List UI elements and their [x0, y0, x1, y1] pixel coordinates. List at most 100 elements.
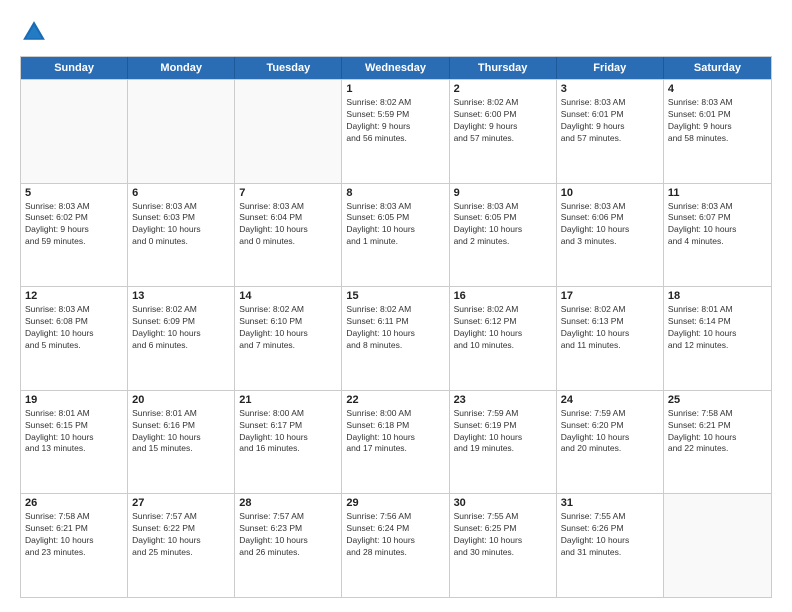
- day-number: 5: [25, 187, 123, 199]
- day-number: 11: [668, 187, 767, 199]
- day-info: Sunrise: 8:03 AMSunset: 6:06 PMDaylight:…: [561, 201, 659, 249]
- header-day-wednesday: Wednesday: [342, 57, 449, 79]
- calendar-cell: 21Sunrise: 8:00 AMSunset: 6:17 PMDayligh…: [235, 391, 342, 494]
- calendar-cell: 3 Sunrise: 8:03 AMSunset: 6:01 PMDaylight…: [557, 80, 664, 183]
- calendar-cell: 19 Sunrise: 8:01 AMSunset: 6:15 PMDayligh…: [21, 391, 128, 494]
- calendar-cell: 22Sunrise: 8:00 AMSunset: 6:18 PMDayligh…: [342, 391, 449, 494]
- day-info: Sunrise: 8:02 AMSunset: 6:11 PMDaylight:…: [346, 304, 444, 352]
- calendar-cell: 24 Sunrise: 7:59 AMSunset: 6:20 PMDayligh…: [557, 391, 664, 494]
- day-info: Sunrise: 8:03 AMSunset: 6:05 PMDaylight:…: [454, 201, 552, 249]
- day-number: 23: [454, 394, 552, 406]
- day-number: 7: [239, 187, 337, 199]
- day-number: 10: [561, 187, 659, 199]
- day-info: Sunrise: 8:03 AMSunset: 6:01 PMDaylight:…: [668, 97, 767, 145]
- day-info: Sunrise: 7:59 AMSunset: 6:19 PMDaylight:…: [454, 408, 552, 456]
- day-number: 17: [561, 290, 659, 302]
- day-number: 25: [668, 394, 767, 406]
- calendar-week-5: 26Sunrise: 7:58 AMSunset: 6:21 PMDayligh…: [21, 493, 771, 597]
- logo-icon: [20, 18, 48, 46]
- day-number: 21: [239, 394, 337, 406]
- day-number: 8: [346, 187, 444, 199]
- day-number: 6: [132, 187, 230, 199]
- calendar-cell: 15 Sunrise: 8:02 AMSunset: 6:11 PMDayligh…: [342, 287, 449, 390]
- day-number: 29: [346, 497, 444, 509]
- calendar-cell: 18 Sunrise: 8:01 AMSunset: 6:14 PMDayligh…: [664, 287, 771, 390]
- day-number: 31: [561, 497, 659, 509]
- day-info: Sunrise: 7:56 AMSunset: 6:24 PMDaylight:…: [346, 511, 444, 559]
- header-day-tuesday: Tuesday: [235, 57, 342, 79]
- day-number: 15: [346, 290, 444, 302]
- calendar-body: 1 Sunrise: 8:02 AMSunset: 5:59 PMDaylight…: [21, 79, 771, 597]
- calendar-cell: 7 Sunrise: 8:03 AMSunset: 6:04 PMDaylight…: [235, 184, 342, 287]
- day-number: 14: [239, 290, 337, 302]
- calendar-cell: 29 Sunrise: 7:56 AMSunset: 6:24 PMDayligh…: [342, 494, 449, 597]
- day-number: 9: [454, 187, 552, 199]
- day-info: Sunrise: 7:59 AMSunset: 6:20 PMDaylight:…: [561, 408, 659, 456]
- calendar-cell: 14 Sunrise: 8:02 AMSunset: 6:10 PMDayligh…: [235, 287, 342, 390]
- calendar-week-1: 1 Sunrise: 8:02 AMSunset: 5:59 PMDaylight…: [21, 79, 771, 183]
- day-number: 18: [668, 290, 767, 302]
- calendar-cell: 11Sunrise: 8:03 AMSunset: 6:07 PMDayligh…: [664, 184, 771, 287]
- calendar-cell: 31 Sunrise: 7:55 AMSunset: 6:26 PMDayligh…: [557, 494, 664, 597]
- day-info: Sunrise: 7:55 AMSunset: 6:26 PMDaylight:…: [561, 511, 659, 559]
- day-info: Sunrise: 7:55 AMSunset: 6:25 PMDaylight:…: [454, 511, 552, 559]
- day-number: 24: [561, 394, 659, 406]
- calendar-week-4: 19 Sunrise: 8:01 AMSunset: 6:15 PMDayligh…: [21, 390, 771, 494]
- day-number: 20: [132, 394, 230, 406]
- day-number: 19: [25, 394, 123, 406]
- day-number: 4: [668, 83, 767, 95]
- day-number: 13: [132, 290, 230, 302]
- day-info: Sunrise: 8:02 AMSunset: 5:59 PMDaylight:…: [346, 97, 444, 145]
- header-day-thursday: Thursday: [450, 57, 557, 79]
- calendar-cell: 5Sunrise: 8:03 AMSunset: 6:02 PMDaylight…: [21, 184, 128, 287]
- day-number: 3: [561, 83, 659, 95]
- day-number: 16: [454, 290, 552, 302]
- calendar-header-row: SundayMondayTuesdayWednesdayThursdayFrid…: [21, 57, 771, 79]
- day-info: Sunrise: 8:01 AMSunset: 6:16 PMDaylight:…: [132, 408, 230, 456]
- day-info: Sunrise: 8:02 AMSunset: 6:12 PMDaylight:…: [454, 304, 552, 352]
- day-info: Sunrise: 8:01 AMSunset: 6:14 PMDaylight:…: [668, 304, 767, 352]
- day-number: 22: [346, 394, 444, 406]
- calendar-cell: 26Sunrise: 7:58 AMSunset: 6:21 PMDayligh…: [21, 494, 128, 597]
- calendar-cell: 9 Sunrise: 8:03 AMSunset: 6:05 PMDaylight…: [450, 184, 557, 287]
- calendar-cell: 4 Sunrise: 8:03 AMSunset: 6:01 PMDaylight…: [664, 80, 771, 183]
- calendar-cell: [664, 494, 771, 597]
- calendar-cell: 12 Sunrise: 8:03 AMSunset: 6:08 PMDayligh…: [21, 287, 128, 390]
- calendar-cell: [235, 80, 342, 183]
- day-info: Sunrise: 8:02 AMSunset: 6:00 PMDaylight:…: [454, 97, 552, 145]
- header: [20, 18, 772, 46]
- header-day-sunday: Sunday: [21, 57, 128, 79]
- day-info: Sunrise: 8:03 AMSunset: 6:04 PMDaylight:…: [239, 201, 337, 249]
- calendar-cell: [128, 80, 235, 183]
- day-number: 2: [454, 83, 552, 95]
- header-day-monday: Monday: [128, 57, 235, 79]
- calendar-cell: 17Sunrise: 8:02 AMSunset: 6:13 PMDayligh…: [557, 287, 664, 390]
- calendar-cell: 2 Sunrise: 8:02 AMSunset: 6:00 PMDaylight…: [450, 80, 557, 183]
- calendar-cell: 20 Sunrise: 8:01 AMSunset: 6:16 PMDayligh…: [128, 391, 235, 494]
- day-info: Sunrise: 8:01 AMSunset: 6:15 PMDaylight:…: [25, 408, 123, 456]
- calendar-cell: [21, 80, 128, 183]
- calendar: SundayMondayTuesdayWednesdayThursdayFrid…: [20, 56, 772, 598]
- day-number: 30: [454, 497, 552, 509]
- calendar-cell: 8 Sunrise: 8:03 AMSunset: 6:05 PMDaylight…: [342, 184, 449, 287]
- logo: [20, 18, 52, 46]
- header-day-friday: Friday: [557, 57, 664, 79]
- day-info: Sunrise: 7:57 AMSunset: 6:23 PMDaylight:…: [239, 511, 337, 559]
- header-day-saturday: Saturday: [664, 57, 771, 79]
- day-info: Sunrise: 8:03 AMSunset: 6:05 PMDaylight:…: [346, 201, 444, 249]
- calendar-cell: 16 Sunrise: 8:02 AMSunset: 6:12 PMDayligh…: [450, 287, 557, 390]
- calendar-cell: 10 Sunrise: 8:03 AMSunset: 6:06 PMDayligh…: [557, 184, 664, 287]
- calendar-cell: 13 Sunrise: 8:02 AMSunset: 6:09 PMDayligh…: [128, 287, 235, 390]
- day-number: 1: [346, 83, 444, 95]
- calendar-week-3: 12 Sunrise: 8:03 AMSunset: 6:08 PMDayligh…: [21, 286, 771, 390]
- day-number: 12: [25, 290, 123, 302]
- day-number: 26: [25, 497, 123, 509]
- day-info: Sunrise: 7:57 AMSunset: 6:22 PMDaylight:…: [132, 511, 230, 559]
- calendar-cell: 6Sunrise: 8:03 AMSunset: 6:03 PMDaylight…: [128, 184, 235, 287]
- day-info: Sunrise: 8:03 AMSunset: 6:01 PMDaylight:…: [561, 97, 659, 145]
- calendar-cell: 27Sunrise: 7:57 AMSunset: 6:22 PMDayligh…: [128, 494, 235, 597]
- day-info: Sunrise: 8:03 AMSunset: 6:08 PMDaylight:…: [25, 304, 123, 352]
- day-info: Sunrise: 8:02 AMSunset: 6:09 PMDaylight:…: [132, 304, 230, 352]
- calendar-cell: 30 Sunrise: 7:55 AMSunset: 6:25 PMDayligh…: [450, 494, 557, 597]
- day-info: Sunrise: 8:02 AMSunset: 6:10 PMDaylight:…: [239, 304, 337, 352]
